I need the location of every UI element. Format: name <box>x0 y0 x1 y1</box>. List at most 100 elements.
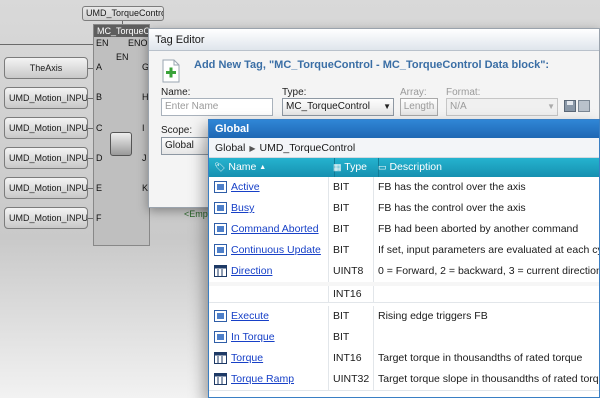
column-name-label: Name <box>228 161 257 173</box>
wire-d <box>88 158 93 159</box>
input-axis[interactable]: TheAxis <box>4 57 88 79</box>
scope-dropdown-value: Global <box>165 140 194 151</box>
input-motion-b[interactable]: UMD_Motion_INPUT <box>4 87 88 109</box>
tag-picker-popup: Global Global ▶ UMD_TorqueControl 🏷 Name ▲… <box>208 119 600 398</box>
chevron-right-icon: ▶ <box>249 144 256 153</box>
column-type-label: Type <box>344 161 368 173</box>
power-rail <box>0 44 93 45</box>
pin-j-label: J <box>142 153 147 163</box>
format-dropdown[interactable]: N/A ▼ <box>446 98 558 116</box>
type-label: Type: <box>282 87 307 98</box>
column-description-header[interactable]: ▭ Description <box>374 158 599 177</box>
row-description: FB has the control over the axis <box>378 202 526 214</box>
row-description: If set, input parameters are evaluated a… <box>378 244 600 256</box>
scope-dropdown[interactable]: Global <box>161 137 211 155</box>
pin-a-label: A <box>96 62 103 72</box>
row-name[interactable]: Continuous Update <box>231 244 321 256</box>
input-motion-c[interactable]: UMD_Motion_INPUT <box>4 117 88 139</box>
table-row[interactable]: In Torque BIT <box>209 327 599 349</box>
name-label: Name: <box>161 87 191 98</box>
add-tag-icon <box>162 59 180 83</box>
table-row[interactable]: Command Aborted BIT FB had been aborted … <box>209 219 599 241</box>
column-name-header[interactable]: 🏷 Name ▲ <box>209 158 335 177</box>
row-name[interactable]: In Torque <box>231 331 275 343</box>
row-type: UINT32 <box>329 369 374 390</box>
table-row[interactable]: Torque Ramp UINT32 Target torque slope i… <box>209 369 599 391</box>
row-description: Target torque in thousandths of rated to… <box>378 352 583 364</box>
row-description <box>374 327 599 348</box>
row-description: 0 = Forward, 2 = backward, 3 = current d… <box>378 265 600 277</box>
pin-i-label: I <box>142 123 145 133</box>
wire-b <box>88 98 93 99</box>
table-row[interactable]: Execute BIT Rising edge triggers FB <box>209 306 599 328</box>
row-name[interactable]: Torque Ramp <box>231 373 294 385</box>
pin-f-label: F <box>96 213 102 223</box>
column-type-header[interactable]: ▦ Type <box>329 158 379 177</box>
row-type: BIT <box>329 198 374 219</box>
row-name[interactable]: Active <box>231 181 260 193</box>
wire-c <box>88 128 93 129</box>
sort-asc-icon: ▲ <box>259 164 267 171</box>
description-column-icon: ▭ <box>378 162 387 172</box>
row-name[interactable]: Busy <box>231 202 254 214</box>
type-column-icon: ▦ <box>333 162 342 172</box>
row-name-empty <box>209 286 329 302</box>
row-name[interactable]: Command Aborted <box>231 223 319 235</box>
breadcrumb-global[interactable]: Global <box>215 142 245 154</box>
row-type: BIT <box>329 219 374 240</box>
table-row[interactable]: Continuous Update BIT If set, input para… <box>209 240 599 262</box>
breadcrumb-udt[interactable]: UMD_TorqueControl <box>260 142 356 154</box>
pin-c-label: C <box>96 123 103 133</box>
pin-b-label: B <box>96 92 103 102</box>
row-description: Target torque slope in thousandths of ra… <box>378 373 600 385</box>
row-type: UINT8 <box>329 261 374 282</box>
picker-header-row: 🏷 Name ▲ ▦ Type ▭ Description <box>209 158 599 177</box>
tag-editor-title: Tag Editor <box>149 29 599 51</box>
length-button[interactable]: Length <box>400 98 438 116</box>
pin-d-label: D <box>96 153 103 163</box>
save-icon[interactable] <box>564 100 576 112</box>
array-label: Array: <box>400 87 427 98</box>
table-row[interactable]: Active BIT FB has the control over the a… <box>209 177 599 199</box>
input-motion-d[interactable]: UMD_Motion_INPUT <box>4 147 88 169</box>
function-block-header: MC_TorqueControl <box>94 25 149 37</box>
fb-instance-tag[interactable]: UMD_TorqueControl <box>82 6 164 21</box>
row-type: BIT <box>329 177 374 198</box>
row-description: Rising edge triggers FB <box>378 310 488 322</box>
row-type: INT16 <box>329 286 374 302</box>
breadcrumb: Global ▶ UMD_TorqueControl <box>209 138 599 158</box>
en-pin-label-2: EN <box>116 52 129 62</box>
column-description-label: Description <box>389 161 442 173</box>
row-name[interactable]: Direction <box>231 265 272 277</box>
chevron-down-icon: ▼ <box>547 102 555 111</box>
input-motion-e[interactable]: UMD_Motion_INPUT <box>4 177 88 199</box>
en-pin-label: EN <box>96 38 109 48</box>
wire-a <box>88 68 93 69</box>
type-dropdown-value: MC_TorqueControl <box>286 101 370 112</box>
row-type: BIT <box>329 306 374 327</box>
table-row[interactable]: Direction UINT8 0 = Forward, 2 = backwar… <box>209 261 599 283</box>
wire-f <box>88 218 93 219</box>
row-type: BIT <box>329 240 374 261</box>
row-description: FB has the control over the axis <box>378 181 526 193</box>
table-row-partial: INT16 <box>209 286 599 303</box>
input-motion-f[interactable]: UMD_Motion_INPUT <box>4 207 88 229</box>
wire-e <box>88 188 93 189</box>
format-dropdown-value: N/A <box>450 101 467 112</box>
table-row[interactable]: Busy BIT FB has the control over the axi… <box>209 198 599 220</box>
row-name[interactable]: Execute <box>231 310 269 322</box>
add-tag-heading: Add New Tag, "MC_TorqueControl - MC_Torq… <box>194 59 550 71</box>
row-description: FB had been aborted by another command <box>378 223 579 235</box>
row-name[interactable]: Torque <box>231 352 263 364</box>
format-label: Format: <box>446 87 481 98</box>
row-type: BIT <box>329 327 374 348</box>
type-dropdown[interactable]: MC_TorqueControl ▼ <box>282 98 394 116</box>
eno-pin-label: ENO <box>128 38 148 48</box>
name-input[interactable]: Enter Name <box>161 98 273 116</box>
tag-column-icon: 🏷 <box>214 162 226 172</box>
table-row[interactable]: Torque INT16 Target torque in thousandth… <box>209 348 599 370</box>
cancel-icon[interactable] <box>578 100 590 112</box>
row-type: INT16 <box>329 348 374 369</box>
picker-title: Global <box>209 120 599 138</box>
motion-block-icon <box>110 132 132 156</box>
